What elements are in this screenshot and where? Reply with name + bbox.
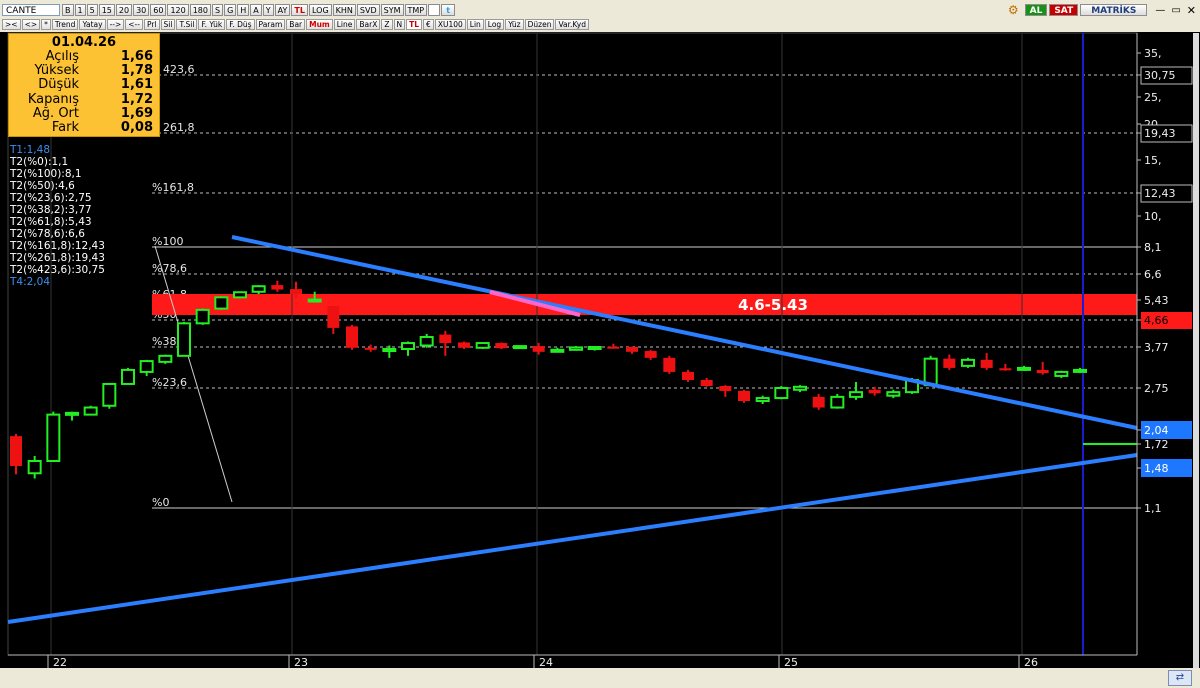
info-value: 1,66 — [120, 49, 153, 64]
candle — [663, 355, 676, 374]
info-row: Düşük 1,61 — [9, 78, 159, 92]
candle — [475, 342, 490, 350]
candle — [513, 345, 527, 350]
info-row: Yüksek 1,78 — [9, 63, 159, 79]
fib-line-label: %23,6 — [152, 376, 187, 389]
price-tick-label: 25, — [1144, 91, 1162, 104]
candle — [233, 291, 247, 299]
info-value: 1,61 — [120, 77, 153, 93]
price-tick-label: 2,75 — [1144, 382, 1169, 395]
fib-line-label: 261,8 — [163, 121, 195, 134]
fib-level-entry: T2(%38,2):3,77 — [10, 204, 92, 216]
info-label: Yüksek — [34, 63, 79, 79]
info-value: 1,72 — [120, 91, 153, 107]
candle — [214, 296, 229, 310]
info-date: 01.04.26 — [51, 35, 117, 50]
fib-line-label: %100 — [152, 235, 183, 248]
candle — [738, 389, 750, 403]
candle — [587, 346, 602, 351]
info-row: Ağ. Ort 1,69 — [9, 105, 159, 121]
fib-level-entry: T2(%50):4,6 — [10, 180, 75, 192]
fib-level-entry: T2(%61,8):5,43 — [10, 216, 92, 228]
candle — [774, 385, 789, 400]
candle — [251, 285, 266, 294]
price-tick-label: 6,6 — [1144, 268, 1162, 281]
price-tick-label: 4,66 — [1144, 314, 1169, 327]
info-row: Fark 0,08 — [9, 119, 159, 135]
info-label: Açılış — [45, 49, 79, 64]
fib-level-entry: T2(%161,8):12,43 — [10, 240, 105, 252]
fib-line-label: %0 — [152, 496, 169, 509]
zone-label: 4.6-5.43 — [738, 296, 808, 314]
vertical-scrollbar[interactable] — [1193, 33, 1199, 668]
fib-line-label: 423,6 — [163, 63, 195, 76]
resistance-zone — [152, 294, 1137, 315]
fib-t1: T1:1,48 — [10, 144, 51, 156]
candle — [158, 354, 173, 364]
candle — [346, 324, 358, 350]
candle — [830, 393, 845, 409]
info-label: Fark — [51, 119, 79, 135]
price-tick-label: 8,1 — [1144, 241, 1162, 254]
fibonacci-levels-list: T1:1,48 T2(%0):1,1 T2(%100):8,1 T2(%50):4,… — [10, 144, 105, 288]
candle — [961, 357, 975, 368]
fib-level-entry: T2(%423,6):30,75 — [10, 264, 105, 276]
fib-level-entry: T2(%261,8):19,43 — [10, 252, 105, 264]
price-tick-label: 19,43 — [1144, 127, 1176, 140]
candle — [195, 308, 210, 325]
price-tick-label: 15, — [1144, 154, 1162, 167]
candle — [46, 411, 61, 463]
fib-level-entry: T2(%100):8,1 — [10, 168, 82, 180]
fib-line-label: %161,8 — [152, 181, 194, 194]
price-tick-label: 2,04 — [1144, 424, 1169, 437]
price-tick-label: 1,72 — [1144, 438, 1169, 451]
price-tick-label: 1,1 — [1144, 502, 1162, 515]
info-label: Kapanış — [27, 91, 79, 107]
price-tick-label: 5,43 — [1144, 294, 1169, 307]
info-label: Düşük — [38, 77, 79, 93]
refresh-icon[interactable]: ⇄ — [1168, 670, 1192, 686]
price-tick-label: 30,75 — [1144, 69, 1176, 82]
candle — [121, 367, 135, 385]
info-label: Ağ. Ort — [32, 105, 79, 121]
info-value: 1,78 — [120, 63, 153, 79]
candle — [177, 321, 191, 357]
candle — [495, 342, 508, 350]
info-row: Açılış 1,66 — [9, 49, 159, 64]
fib-level-entry: T2(%0):1,1 — [10, 156, 69, 168]
fib-level-entry: T2(%23,6):2,75 — [10, 192, 92, 204]
price-tick-label: 10, — [1144, 210, 1162, 223]
price-chart[interactable]: 423,6261,8%161,8%100%78,6%61,8%50%38,2%2… — [0, 0, 1200, 688]
price-tick-label: 12,43 — [1144, 187, 1176, 200]
candle — [102, 382, 117, 409]
ohlc-info-box: 01.04.26 Açılış 1,66 Yüksek 1,78 Düşük 1,61 Ka… — [8, 33, 160, 137]
info-value: 0,08 — [120, 119, 153, 135]
price-tick-label: 3,77 — [1144, 341, 1169, 354]
price-tick-label: 1,48 — [1144, 462, 1169, 475]
fib-line-label: %78,6 — [152, 262, 187, 275]
status-bar: ⇄ — [0, 668, 1200, 688]
candle — [1054, 370, 1069, 378]
info-row: Kapanış 1,72 — [9, 91, 159, 107]
candle — [419, 333, 434, 348]
time-axis — [8, 655, 1137, 668]
price-tick-label: 35, — [1144, 47, 1162, 60]
info-value: 1,69 — [120, 105, 153, 121]
candle — [569, 346, 583, 351]
candle — [923, 355, 938, 387]
fib-t4: T4:2,04 — [10, 276, 51, 288]
candle — [83, 405, 98, 416]
fib-level-entry: T2(%78,6):6,6 — [10, 228, 85, 240]
